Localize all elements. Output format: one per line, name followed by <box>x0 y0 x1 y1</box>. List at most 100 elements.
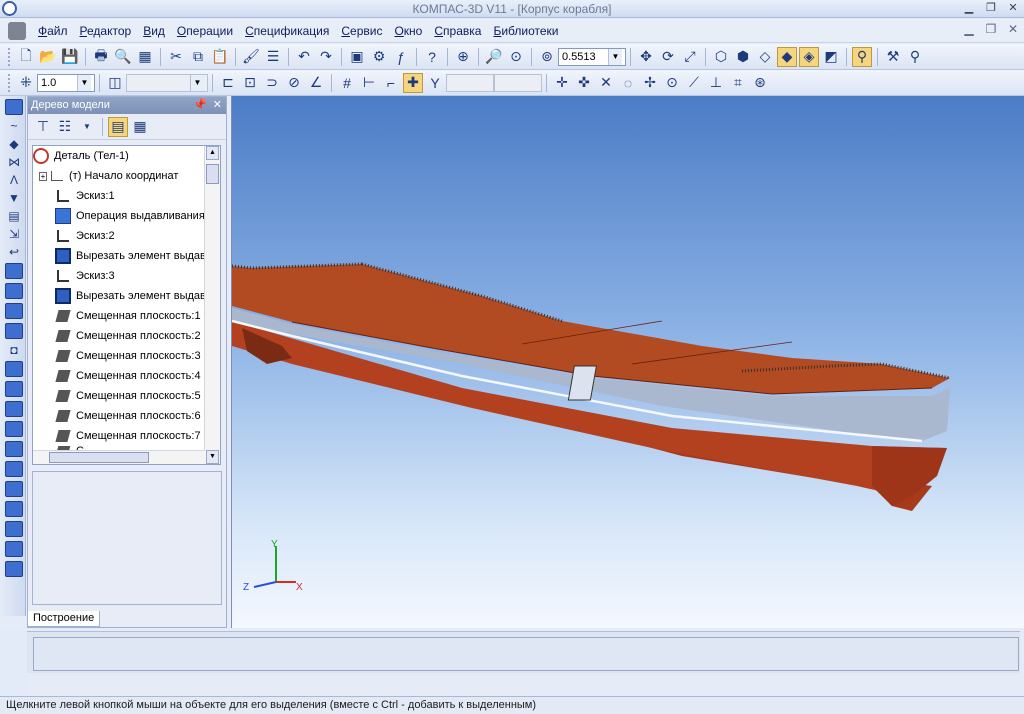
snaps-icon[interactable]: ✚ <box>403 72 423 93</box>
undo-icon[interactable]: ↶ <box>294 47 314 67</box>
menu-edit[interactable]: Редактор <box>74 24 138 38</box>
perspective-icon[interactable]: ◩ <box>821 47 841 67</box>
tree-props-icon[interactable]: ▦ <box>130 117 150 137</box>
hole-tool-icon[interactable] <box>5 421 23 437</box>
rib-tool-icon[interactable] <box>5 401 23 417</box>
tree-item-extrude-1[interactable]: Операция выдавливания:1 <box>33 206 220 226</box>
loft-tool-icon[interactable] <box>5 323 23 339</box>
pan-icon[interactable]: ✥ <box>636 47 656 67</box>
snap-grid-icon[interactable]: ⌗ <box>728 73 748 93</box>
sheet-metal-icon[interactable]: ↩ <box>5 245 23 259</box>
kinematic-tool-icon[interactable] <box>5 303 23 319</box>
coord-y-field[interactable] <box>494 73 542 92</box>
snap-normal-icon[interactable]: ⊥ <box>706 73 726 93</box>
menu-operations[interactable]: Операции <box>171 24 239 38</box>
doc-close-button[interactable]: ✕ <box>1006 23 1020 37</box>
maximize-button[interactable]: ❐ <box>982 1 1000 16</box>
array-tool-icon[interactable] <box>5 441 23 457</box>
filter-icon[interactable]: ⚲ <box>852 46 872 67</box>
snap-angle-icon[interactable]: ⟋ <box>684 73 704 93</box>
scroll-up-icon[interactable]: ▲ <box>206 146 219 160</box>
layer-dropdown-icon[interactable]: ▼ <box>190 74 204 91</box>
coord-icon[interactable]: Y <box>425 73 445 93</box>
structure-icon[interactable]: ☷ <box>55 117 75 137</box>
edit-details-icon[interactable] <box>5 99 23 115</box>
dimensions-icon[interactable]: ⇲ <box>5 227 23 241</box>
tree-item-plane-3[interactable]: Смещенная плоскость:3 <box>33 346 220 366</box>
rotate-tool-icon[interactable] <box>5 283 23 299</box>
panel-close-icon[interactable]: ✕ <box>213 97 222 113</box>
view-icon[interactable]: ⊡ <box>240 73 260 93</box>
menu-service[interactable]: Сервис <box>335 24 388 38</box>
split-tool-icon[interactable] <box>5 481 23 497</box>
doc-minimize-button[interactable]: ▁ <box>962 23 976 37</box>
zoom-all-icon[interactable]: ⊙ <box>506 47 526 67</box>
vscroll-thumb[interactable] <box>206 164 219 184</box>
ship-hull-model[interactable]: Y X Z <box>232 96 1024 628</box>
magnet-icon[interactable]: ⊃ <box>262 73 282 93</box>
menu-specification[interactable]: Спецификация <box>239 24 335 38</box>
tree-item-plane-2[interactable]: Смещенная плоскость:2 <box>33 326 220 346</box>
step-icon[interactable]: ⁜ <box>16 73 36 93</box>
hscroll-thumb[interactable] <box>49 452 149 463</box>
filters-icon[interactable]: ▼ <box>5 191 23 205</box>
tree-item-plane-1[interactable]: Смещенная плоскость:1 <box>33 306 220 326</box>
mirror-tool-icon[interactable] <box>5 461 23 477</box>
variables-icon[interactable]: ⚙ <box>369 47 389 67</box>
snap-center-icon[interactable]: ⊙ <box>662 73 682 93</box>
menu-file[interactable]: Файл <box>32 24 74 38</box>
tree-item-detail[interactable]: Деталь (Тел-1) <box>33 146 220 166</box>
open-icon[interactable]: 📂 <box>38 47 58 67</box>
tree-item-sketch-3[interactable]: Эскиз:3 <box>33 266 220 286</box>
save-icon[interactable]: 💾 <box>60 47 80 67</box>
thin-lines-icon[interactable]: ◇ <box>755 47 775 67</box>
function-icon[interactable]: ƒ <box>391 47 411 67</box>
step-dropdown-icon[interactable]: ▼ <box>77 74 91 91</box>
surfaces-icon[interactable]: ◆ <box>5 137 23 151</box>
menu-libraries[interactable]: Библиотеки <box>487 24 564 38</box>
tree-vscrollbar[interactable]: ▲ ▼ <box>204 146 220 464</box>
wireframe-icon[interactable]: ⬡ <box>711 47 731 67</box>
fillet-tool-icon[interactable]: ◘ <box>5 343 23 357</box>
shell-tool-icon[interactable] <box>5 381 23 397</box>
orthogonal-icon[interactable]: ∠ <box>306 73 326 93</box>
layer-field[interactable]: ▼ <box>126 73 208 92</box>
rotate-icon[interactable]: ⟳ <box>658 47 678 67</box>
properties-icon[interactable]: ▦ <box>135 47 155 67</box>
format-brush-icon[interactable]: 🖌 <box>241 47 261 67</box>
tree-item-plane-7[interactable]: Смещенная плоскость:7 <box>33 426 220 446</box>
paste-icon[interactable]: 📋 <box>210 47 230 67</box>
tree-item-cut-1[interactable]: Вырезать элемент выдавливания:1 <box>33 246 220 266</box>
measure-icon[interactable]: ▤ <box>5 209 23 223</box>
cut-icon[interactable]: ✂ <box>166 47 186 67</box>
boolean-tool-icon[interactable] <box>5 501 23 517</box>
tree-item-plane-6[interactable]: Смещенная плоскость:6 <box>33 406 220 426</box>
zoom-window-icon[interactable]: ⊕ <box>453 47 473 67</box>
arrays-icon[interactable]: ⋈ <box>5 155 23 169</box>
redo-icon[interactable]: ↷ <box>316 47 336 67</box>
tree-item-sketch-1[interactable]: Эскиз:1 <box>33 186 220 206</box>
manager-icon[interactable]: ▣ <box>347 47 367 67</box>
build-order-icon[interactable]: ⊤ <box>33 117 53 137</box>
coord-x-field[interactable] <box>446 73 494 92</box>
layer-icon[interactable]: ◫ <box>105 73 125 93</box>
document-menu-icon[interactable] <box>8 21 26 40</box>
snap-point-icon[interactable]: ✛ <box>552 73 572 93</box>
scale-tool-icon[interactable] <box>5 541 23 557</box>
tree-item-origin[interactable]: + (т) Начало координат <box>33 166 220 186</box>
minimize-button[interactable]: ▁ <box>960 1 978 16</box>
tree-item-plane-4[interactable]: Смещенная плоскость:4 <box>33 366 220 386</box>
library-manager-icon[interactable]: ⚒ <box>883 47 903 67</box>
snap-icon[interactable]: ⊘ <box>284 73 304 93</box>
ortho-mode-icon[interactable]: ⌐ <box>381 73 401 93</box>
doc-restore-button[interactable]: ❐ <box>984 23 998 37</box>
tree-item-sketch-2[interactable]: Эскиз:2 <box>33 226 220 246</box>
3d-viewport[interactable]: Y X Z <box>231 96 1024 628</box>
print-icon[interactable]: 🖶 <box>91 47 111 67</box>
orientation-icon[interactable]: ⤢ <box>680 47 700 67</box>
help-pointer-icon[interactable]: ? <box>422 47 442 67</box>
snap-tangent-icon[interactable]: ◌ <box>618 73 638 93</box>
tree-item-plane-5[interactable]: Смещенная плоскость:5 <box>33 386 220 406</box>
extrude-tool-icon[interactable] <box>5 263 23 279</box>
shaded-icon[interactable]: ◆ <box>777 46 797 67</box>
